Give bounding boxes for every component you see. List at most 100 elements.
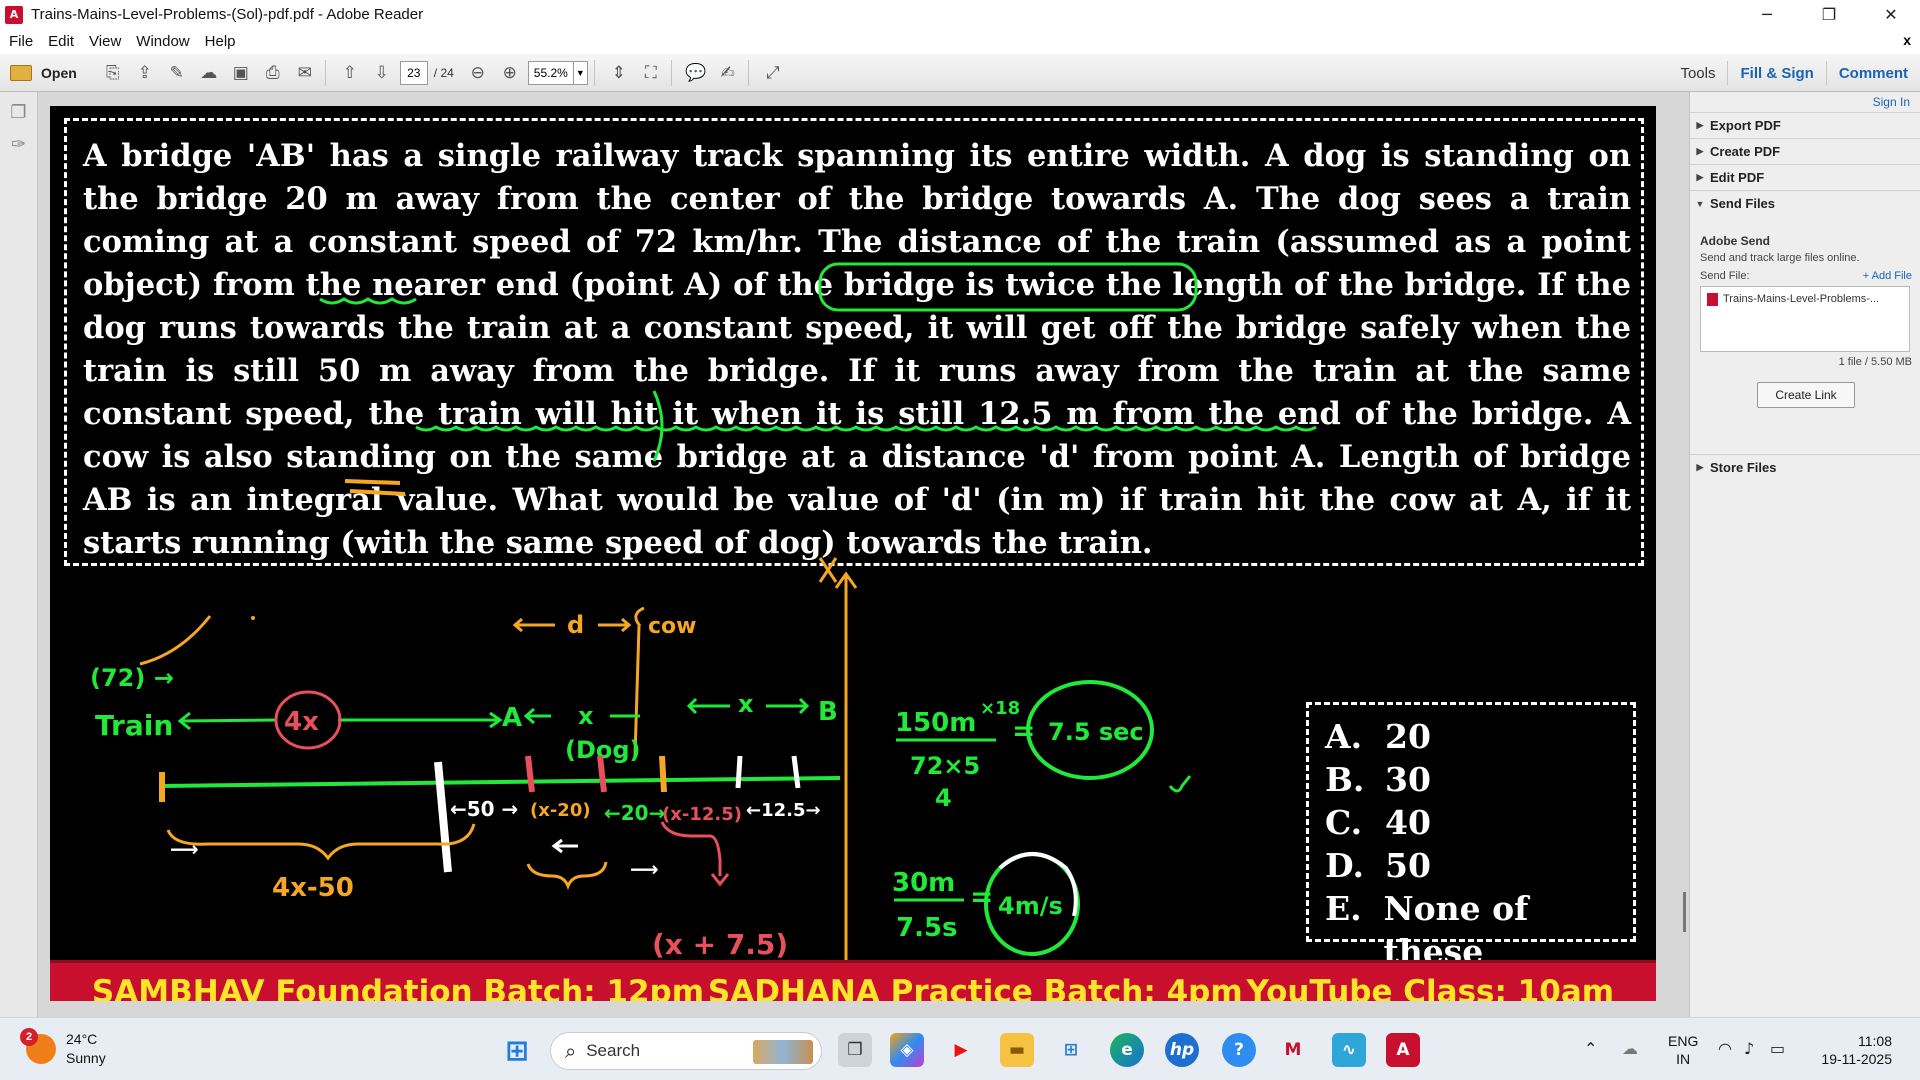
menu-edit[interactable]: Edit xyxy=(48,33,74,50)
attachments-icon[interactable]: ✑ xyxy=(9,134,29,156)
weather-widget[interactable]: 2 24°C Sunny xyxy=(20,1028,106,1068)
open-button[interactable]: Open xyxy=(10,64,77,81)
menu-bar: File Edit View Window Help x xyxy=(0,29,1920,54)
file-explorer-icon[interactable]: ▬ xyxy=(1000,1033,1034,1067)
scroll-mode-icon[interactable]: ⇕ xyxy=(605,59,633,87)
weather-description: Sunny xyxy=(66,1050,106,1066)
language-indicator[interactable]: ENG IN xyxy=(1668,1032,1698,1068)
pages-thumbnail-icon[interactable]: ❐ xyxy=(9,102,29,124)
edit-icon[interactable]: ✎ xyxy=(163,59,191,87)
create-link-button[interactable]: Create Link xyxy=(1757,382,1855,408)
marker-red-2 xyxy=(597,755,607,793)
section-send-files[interactable]: ▼ Send Files xyxy=(1690,190,1920,216)
calc1-multiplier: ×18 xyxy=(980,698,1020,719)
file-list[interactable]: Trains-Mains-Level-Problems-... xyxy=(1700,286,1910,352)
close-button[interactable]: ✕ xyxy=(1862,0,1920,29)
minimize-button[interactable]: ─ xyxy=(1738,0,1796,29)
sign-in-link[interactable]: Sign In xyxy=(1873,95,1910,109)
volume-icon[interactable]: ♪ xyxy=(1744,1039,1754,1058)
health-monitor-icon[interactable]: ∿ xyxy=(1332,1033,1366,1067)
close-document-button[interactable]: x xyxy=(1903,32,1911,48)
email-icon[interactable]: ✉ xyxy=(291,59,319,87)
comment-icon[interactable]: 💬 xyxy=(682,59,710,87)
fill-sign-link[interactable]: Fill & Sign xyxy=(1727,61,1825,85)
label-x-right: x xyxy=(738,690,754,718)
section-edit-pdf[interactable]: ▶ Edit PDF xyxy=(1690,164,1920,190)
tools-link[interactable]: Tools xyxy=(1668,61,1727,85)
highlight-icon[interactable]: ✍ xyxy=(714,59,742,87)
cloud-upload-icon[interactable]: ☁ xyxy=(195,59,223,87)
label-speed: (72) → xyxy=(90,664,174,692)
export-pdf-icon[interactable]: ⇪ xyxy=(131,59,159,87)
copilot-icon[interactable]: ◈ xyxy=(890,1033,924,1067)
open-label: Open xyxy=(41,64,77,81)
edge-browser-icon[interactable]: e xyxy=(1110,1033,1144,1067)
cloud-icon[interactable]: ☁ xyxy=(1622,1039,1638,1058)
save-icon[interactable]: ▣ xyxy=(227,59,255,87)
notification-badge: 2 xyxy=(20,1028,38,1046)
option-b: B. 30 xyxy=(1325,760,1431,799)
page-number-input[interactable]: 23 xyxy=(399,60,428,85)
d-arrow xyxy=(512,617,632,633)
create-pdf-icon[interactable]: ⎘ xyxy=(99,59,127,87)
menu-file[interactable]: File xyxy=(9,33,33,50)
sun-icon: 2 xyxy=(20,1028,56,1064)
banner-sadhana: SADHANA Practice Batch: 4pm xyxy=(707,973,1243,1002)
zoom-out-icon[interactable]: ⊖ xyxy=(464,59,492,87)
pane-resize-handle[interactable] xyxy=(1683,892,1686,932)
next-page-icon[interactable]: ⇩ xyxy=(368,59,396,87)
help-icon[interactable]: ? xyxy=(1222,1033,1256,1067)
print-icon[interactable]: ⎙ xyxy=(259,59,287,87)
marker-orange xyxy=(659,755,667,793)
microsoft-store-icon[interactable]: ⊞ xyxy=(1054,1033,1088,1067)
task-view-icon[interactable]: ❐ xyxy=(838,1033,872,1067)
youtube-icon[interactable]: ▶ xyxy=(944,1033,978,1067)
mcafee-icon[interactable]: M xyxy=(1276,1033,1310,1067)
wifi-icon[interactable]: ◠ xyxy=(1718,1039,1732,1058)
section-store-files[interactable]: ▶ Store Files xyxy=(1690,454,1920,480)
section-create-pdf[interactable]: ▶ Create PDF xyxy=(1690,138,1920,164)
restore-button[interactable]: ❐ xyxy=(1800,0,1858,29)
label-d: d xyxy=(567,611,584,639)
adobe-reader-taskbar-icon[interactable]: A xyxy=(1386,1033,1420,1067)
show-hidden-icons-chevron-icon[interactable]: ⌃ xyxy=(1584,1039,1597,1058)
clock[interactable]: 11:08 19-11-2025 xyxy=(1812,1032,1892,1068)
folder-icon xyxy=(10,64,32,81)
full-screen-icon[interactable]: ⤢ xyxy=(759,59,787,87)
label-dog: (Dog) xyxy=(565,736,641,764)
menu-window[interactable]: Window xyxy=(136,33,189,50)
hp-icon[interactable]: hp xyxy=(1165,1033,1199,1067)
send-file-label: Send File: xyxy=(1700,270,1750,282)
arrow-right-2: ⟶ xyxy=(630,857,659,881)
document-area[interactable]: A bridge 'AB' has a single railway track… xyxy=(38,92,1665,1017)
file-count: 1 file / 5.50 MB xyxy=(1838,356,1912,368)
label-twelve-five: ←12.5→ xyxy=(746,800,821,821)
menu-view[interactable]: View xyxy=(89,33,121,50)
comment-link[interactable]: Comment xyxy=(1825,61,1920,85)
label-x-minus-20: (x-20) xyxy=(530,800,591,821)
calc2-numerator: 30m xyxy=(892,868,955,898)
zoom-dropdown-chevron-icon[interactable]: ▼ xyxy=(573,60,588,85)
marker-white-1 xyxy=(735,755,743,789)
zoom-level-input[interactable]: 55.2% xyxy=(527,60,574,85)
pdf-file-icon xyxy=(1707,293,1718,306)
windows-start-icon[interactable]: ⊞ xyxy=(500,1033,534,1067)
option-d: D. 50 xyxy=(1325,846,1431,885)
chevron-right-icon: ▶ xyxy=(1696,120,1704,130)
zoom-in-icon[interactable]: ⊕ xyxy=(496,59,524,87)
page-total: / 24 xyxy=(433,65,454,80)
marker-red-1 xyxy=(525,755,535,793)
section-export-pdf[interactable]: ▶ Export PDF xyxy=(1690,112,1920,138)
add-file-link[interactable]: + Add File xyxy=(1863,270,1912,282)
previous-page-icon[interactable]: ⇧ xyxy=(336,59,364,87)
fit-page-icon[interactable]: ⛶ xyxy=(637,59,665,87)
toolbar-divider xyxy=(670,59,672,86)
circle-4x xyxy=(274,690,342,750)
menu-help[interactable]: Help xyxy=(205,33,236,50)
taskbar-search[interactable]: ⌕ Search xyxy=(550,1032,822,1070)
battery-icon[interactable]: ▭ xyxy=(1770,1039,1785,1058)
vertical-divider-arrow xyxy=(834,571,858,987)
label-4x-minus-50: 4x-50 xyxy=(272,873,354,903)
pdf-page: A bridge 'AB' has a single railway track… xyxy=(50,106,1656,1001)
question-box: A bridge 'AB' has a single railway track… xyxy=(64,118,1644,566)
